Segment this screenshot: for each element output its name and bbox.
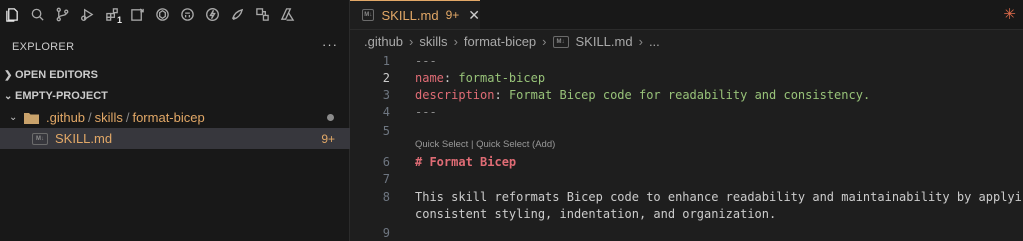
problems-count: 9+ bbox=[321, 131, 335, 146]
markdown-icon: M↓ bbox=[32, 132, 48, 145]
lightning-icon[interactable] bbox=[200, 0, 225, 29]
line-number: 6 bbox=[382, 154, 390, 169]
line-number: 5 bbox=[382, 123, 390, 138]
line-text: --- bbox=[415, 104, 437, 119]
tab-problems-count: 9+ bbox=[445, 8, 460, 22]
code-line-wrapped: consistent styling, indentation, and org… bbox=[350, 205, 776, 222]
code-line: 5 bbox=[350, 122, 390, 139]
source-control-icon[interactable] bbox=[50, 0, 75, 29]
extensions-count: 1 bbox=[116, 15, 122, 25]
folder-part-skills: skills bbox=[94, 110, 123, 125]
line-number: 2 bbox=[382, 70, 390, 85]
chevron-down-icon: ⌄ bbox=[9, 112, 18, 123]
azure-icon[interactable] bbox=[275, 0, 300, 29]
run-debug-icon[interactable] bbox=[75, 0, 100, 29]
code-line: 4 --- bbox=[350, 103, 437, 120]
breadcrumb-github[interactable]: .github bbox=[364, 34, 403, 49]
chevron-right-icon: › bbox=[638, 34, 643, 49]
line-text: This skill reformats Bicep code to enhan… bbox=[415, 189, 1023, 204]
tab-skill-md[interactable]: M↓ SKILL.md 9+ ✕ bbox=[350, 0, 480, 29]
file-row-skill-md[interactable]: M↓ SKILL.md 9+ bbox=[0, 128, 350, 149]
close-icon[interactable]: ✕ bbox=[468, 7, 480, 24]
chevron-right-icon: › bbox=[453, 34, 458, 49]
code-line: 7 bbox=[350, 170, 390, 187]
explorer-header: EXPLORER ··· bbox=[12, 37, 338, 53]
project-label: EMPTY-PROJECT bbox=[15, 90, 108, 102]
line-text: consistent styling, indentation, and org… bbox=[415, 206, 777, 221]
folder-path: .github / skills / format-bicep bbox=[46, 110, 205, 125]
line-number: 3 bbox=[382, 87, 390, 102]
project-section[interactable]: ⌄ EMPTY-PROJECT bbox=[0, 86, 350, 106]
breadcrumb-symbols[interactable]: ... bbox=[649, 34, 660, 49]
files-icon[interactable] bbox=[0, 0, 25, 29]
line-number: 7 bbox=[382, 171, 390, 186]
breadcrumb-skills[interactable]: skills bbox=[419, 34, 447, 49]
breadcrumb-format-bicep[interactable]: format-bicep bbox=[464, 34, 536, 49]
line-number: 1 bbox=[382, 53, 390, 68]
code-line: 6 # Format Bicep bbox=[350, 153, 516, 170]
folder-part-github: .github bbox=[46, 110, 86, 125]
open-editors-section[interactable]: ❯ OPEN EDITORS bbox=[0, 65, 350, 85]
sidebar: 1 EXPLORER ··· ❯ OPEN EDITORS ⌄ EMPTY-PR… bbox=[0, 0, 350, 241]
yaml-value: format-bicep bbox=[458, 70, 546, 85]
code-line: 2 name: format-bicep bbox=[350, 69, 545, 86]
line-number: 9 bbox=[382, 225, 390, 240]
markdown-icon: M↓ bbox=[362, 9, 375, 21]
tab-bar: M↓ SKILL.md 9+ ✕ ✳ bbox=[350, 0, 1023, 30]
chevron-down-icon: ⌄ bbox=[4, 90, 13, 102]
line-number: 4 bbox=[382, 104, 390, 119]
breadcrumb: .github › skills › format-bicep › M↓ SKILL.… bbox=[364, 34, 660, 49]
code-line: 1 --- bbox=[350, 52, 437, 69]
tab-label: SKILL.md bbox=[381, 7, 439, 23]
markdown-icon: M↓ bbox=[552, 35, 569, 48]
markdown-heading: # Format Bicep bbox=[415, 154, 517, 169]
search-icon[interactable] bbox=[25, 0, 50, 29]
github-icon[interactable] bbox=[175, 0, 200, 29]
chevron-right-icon: ❯ bbox=[4, 69, 13, 81]
shapes-icon[interactable] bbox=[250, 0, 275, 29]
rocket-icon[interactable] bbox=[225, 0, 250, 29]
extensions-icon[interactable]: 1 bbox=[100, 0, 125, 29]
yaml-key: name bbox=[415, 70, 444, 85]
folder-row[interactable]: ⌄ .github / skills / format-bicep bbox=[0, 107, 350, 128]
file-name: SKILL.md bbox=[55, 131, 113, 146]
remote-explorer-icon[interactable] bbox=[125, 0, 150, 29]
chatgpt-icon[interactable] bbox=[150, 0, 175, 29]
folder-icon bbox=[24, 112, 39, 124]
chevron-right-icon: › bbox=[409, 34, 414, 49]
codelens-quick-select[interactable]: Quick Select | Quick Select (Add) bbox=[415, 139, 555, 150]
code-line: 3 description: Format Bicep code for rea… bbox=[350, 86, 870, 103]
folder-part-format-bicep: format-bicep bbox=[132, 110, 205, 125]
chevron-right-icon: › bbox=[542, 34, 547, 49]
more-actions-button[interactable]: ··· bbox=[322, 37, 338, 53]
editor: M↓ SKILL.md 9+ ✕ ✳ .github › skills › form… bbox=[350, 0, 1023, 241]
line-number: 8 bbox=[382, 189, 390, 204]
open-editors-label: OPEN EDITORS bbox=[15, 69, 98, 81]
line-text: --- bbox=[415, 53, 437, 68]
yaml-key: description bbox=[415, 87, 495, 102]
modified-dot-icon bbox=[327, 114, 334, 121]
breadcrumb-file[interactable]: SKILL.md bbox=[576, 34, 633, 49]
code-line: 8 This skill reformats Bicep code to enh… bbox=[350, 188, 1023, 205]
yaml-value: Format Bicep code for readability and co… bbox=[508, 87, 871, 102]
explorer-title: EXPLORER bbox=[12, 41, 75, 53]
sparkle-icon[interactable]: ✳ bbox=[1003, 5, 1016, 23]
activity-bar: 1 bbox=[0, 0, 350, 29]
code-line: 9 bbox=[350, 224, 390, 241]
